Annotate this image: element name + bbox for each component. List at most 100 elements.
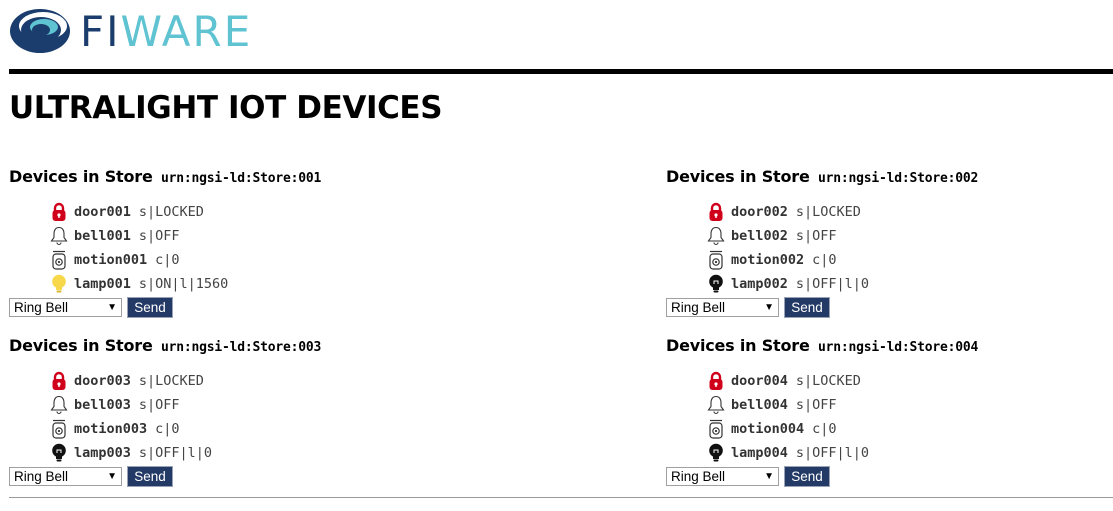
device-list: door003 s|LOCKED bell003 s|OFF motion003 c|0 l… [9,369,321,465]
lock-icon [707,370,725,392]
device-item: lamp002 s|OFF|l|0 [707,272,978,296]
device-name: motion004 [731,421,805,437]
device-state: c|0 [155,421,180,437]
lamp-off-icon [707,442,725,464]
store-panel: Devices in Store urn:ngsi-ld:Store:004 do… [666,336,978,487]
store-label: Devices in Store [9,336,153,355]
lock-icon [50,370,68,392]
send-button[interactable]: Send [784,297,830,318]
send-button[interactable]: Send [127,297,173,318]
device-state: s|OFF [795,228,837,244]
lamp-off-icon [50,442,68,464]
device-item: door001 s|LOCKED [50,200,321,224]
command-controls: Ring Bell ▼ Send [666,466,978,487]
device-state: s|OFF|l|0 [795,445,870,461]
device-item: door004 s|LOCKED [707,369,978,393]
bell-icon [707,394,725,416]
device-name: motion002 [731,252,805,268]
store-panel: Devices in Store urn:ngsi-ld:Store:003 do… [9,336,321,487]
device-name: motion003 [74,421,148,437]
command-select[interactable]: Ring Bell ▼ [9,467,122,486]
device-item: motion004 c|0 [707,417,978,441]
device-list: door002 s|LOCKED bell002 s|OFF motion002 c|0 l… [666,200,978,296]
command-controls: Ring Bell ▼ Send [666,297,978,318]
fiware-wordmark: FIWARE [80,11,252,53]
lock-icon [707,201,725,223]
fiware-logo: FIWARE [8,6,252,56]
device-item: door002 s|LOCKED [707,200,978,224]
device-item: lamp004 s|OFF|l|0 [707,441,978,465]
dropdown-arrow-icon: ▼ [764,302,774,313]
device-item: lamp001 s|ON|l|1560 [50,272,321,296]
motion-sensor-icon [50,418,68,440]
store-panel: Devices in Store urn:ngsi-ld:Store:002 do… [666,167,978,318]
send-button[interactable]: Send [127,466,173,487]
device-state: s|LOCKED [138,373,204,389]
device-name: lamp001 [74,276,131,292]
send-button[interactable]: Send [784,466,830,487]
device-name: bell002 [731,228,788,244]
command-select[interactable]: Ring Bell ▼ [666,467,779,486]
device-state: s|OFF|l|0 [138,445,213,461]
page-title: ULTRALIGHT IOT DEVICES [9,90,443,126]
store-heading: Devices in Store urn:ngsi-ld:Store:004 [666,336,978,355]
bell-icon [50,394,68,416]
device-state: s|OFF [795,397,837,413]
device-name: door001 [74,204,131,220]
store-heading: Devices in Store urn:ngsi-ld:Store:001 [9,167,321,186]
device-state: s|LOCKED [138,204,204,220]
device-state: s|OFF [138,228,180,244]
store-panel: Devices in Store urn:ngsi-ld:Store:001 do… [9,167,321,318]
header-divider [9,69,1113,74]
store-urn: urn:ngsi-ld:Store:003 [161,340,322,355]
device-item: motion002 c|0 [707,248,978,272]
device-list: door001 s|LOCKED bell001 s|OFF motion001 c|0 l… [9,200,321,296]
lamp-on-icon [50,273,68,295]
device-name: door002 [731,204,788,220]
motion-sensor-icon [707,249,725,271]
command-select-value: Ring Bell [671,469,726,484]
device-name: door004 [731,373,788,389]
command-select-value: Ring Bell [671,300,726,315]
store-urn: urn:ngsi-ld:Store:001 [161,171,322,186]
fiware-swirl-icon [10,9,70,53]
command-select[interactable]: Ring Bell ▼ [9,298,122,317]
command-controls: Ring Bell ▼ Send [9,466,321,487]
dropdown-arrow-icon: ▼ [107,302,117,313]
device-name: lamp002 [731,276,788,292]
command-controls: Ring Bell ▼ Send [9,297,321,318]
footer-divider [9,497,1113,498]
dropdown-arrow-icon: ▼ [107,471,117,482]
store-heading: Devices in Store urn:ngsi-ld:Store:002 [666,167,978,186]
brand-ware: WARE [120,7,253,56]
device-name: lamp003 [74,445,131,461]
device-item: door003 s|LOCKED [50,369,321,393]
device-name: bell004 [731,397,788,413]
lock-icon [50,201,68,223]
store-urn: urn:ngsi-ld:Store:002 [818,171,979,186]
device-name: motion001 [74,252,148,268]
device-name: door003 [74,373,131,389]
store-label: Devices in Store [666,336,810,355]
store-label: Devices in Store [9,167,153,186]
device-name: bell001 [74,228,131,244]
bell-icon [50,225,68,247]
motion-sensor-icon [707,418,725,440]
device-state: s|LOCKED [795,373,861,389]
command-select[interactable]: Ring Bell ▼ [666,298,779,317]
device-item: bell004 s|OFF [707,393,978,417]
device-item: bell003 s|OFF [50,393,321,417]
device-state: c|0 [812,252,837,268]
lamp-off-icon [707,273,725,295]
device-item: motion001 c|0 [50,248,321,272]
device-item: motion003 c|0 [50,417,321,441]
command-select-value: Ring Bell [14,300,69,315]
device-state: c|0 [155,252,180,268]
store-urn: urn:ngsi-ld:Store:004 [818,340,979,355]
device-name: lamp004 [731,445,788,461]
device-state: c|0 [812,421,837,437]
command-select-value: Ring Bell [14,469,69,484]
device-state: s|OFF|l|0 [795,276,870,292]
device-name: bell003 [74,397,131,413]
device-list: door004 s|LOCKED bell004 s|OFF motion004 c|0 l… [666,369,978,465]
